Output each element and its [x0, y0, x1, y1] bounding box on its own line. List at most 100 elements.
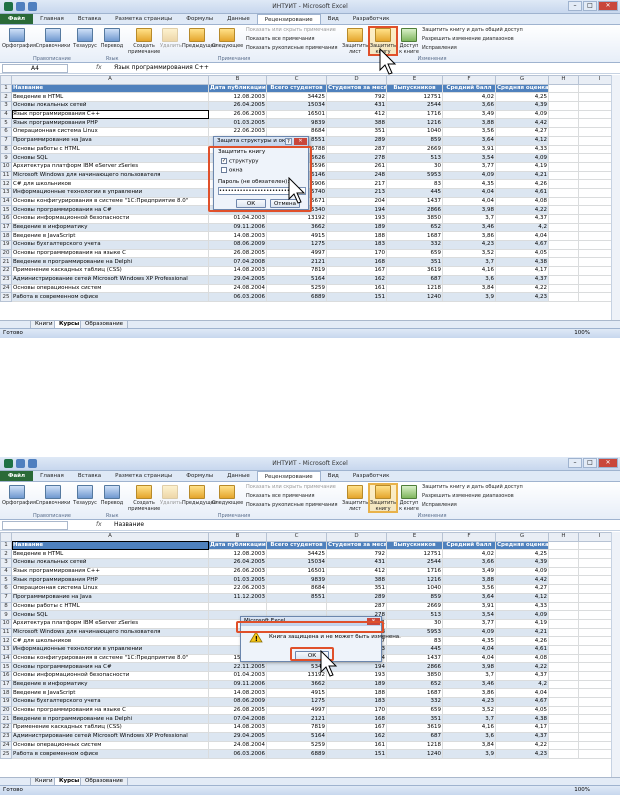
row-number[interactable]: 9: [0, 153, 12, 163]
table-cell[interactable]: 4,42: [495, 118, 549, 129]
table-cell[interactable]: 34425: [266, 92, 327, 103]
tab-formulas[interactable]: Формулы: [179, 471, 220, 481]
table-cell[interactable]: Основы работы с HTML: [11, 144, 209, 155]
empty-cell[interactable]: [548, 153, 579, 163]
column-header[interactable]: B: [208, 75, 267, 85]
table-cell[interactable]: Язык программирования C++: [11, 566, 209, 577]
table-cell[interactable]: 4,22: [495, 662, 549, 672]
empty-cell[interactable]: [548, 618, 579, 629]
row-number[interactable]: 4: [0, 109, 12, 120]
row-number[interactable]: 16: [0, 671, 12, 681]
table-cell[interactable]: 16501: [266, 109, 327, 120]
table-cell[interactable]: Применение каскадных таблиц (CSS): [11, 723, 209, 733]
table-cell[interactable]: 22.06.2003: [208, 584, 267, 594]
empty-cell[interactable]: [548, 274, 579, 285]
table-cell[interactable]: 01.03.2005: [208, 575, 267, 586]
table-cell[interactable]: 151: [326, 749, 387, 759]
column-header[interactable]: E: [386, 75, 443, 85]
row-number[interactable]: 7: [0, 135, 12, 146]
table-cell[interactable]: Microsoft Windows для начинающего пользо…: [11, 170, 209, 181]
table-cell[interactable]: 4,02: [442, 92, 496, 103]
table-cell[interactable]: 1216: [386, 575, 443, 586]
table-cell[interactable]: 11.12.2003: [208, 592, 267, 603]
table-cell[interactable]: 01.04.2003: [208, 214, 267, 224]
table-cell[interactable]: 4,04: [495, 231, 549, 242]
table-cell[interactable]: Основы информационной безопасности: [11, 671, 209, 681]
table-cell[interactable]: 09.11.2006: [208, 222, 267, 233]
empty-cell[interactable]: [548, 644, 579, 655]
table-cell[interactable]: 189: [326, 679, 387, 690]
tab-page-layout[interactable]: Разметка страницы: [108, 14, 179, 24]
table-cell[interactable]: 4,04: [495, 688, 549, 699]
table-cell[interactable]: 24.08.2004: [208, 740, 267, 751]
table-cell[interactable]: 22.11.2005: [208, 662, 267, 672]
table-cell[interactable]: 4997: [266, 248, 327, 259]
table-cell[interactable]: 4,04: [442, 653, 496, 664]
table-cell[interactable]: Основы SQL: [11, 153, 209, 163]
empty-cell[interactable]: [548, 671, 579, 681]
delete-comment-button[interactable]: Удалить: [160, 28, 182, 50]
empty-cell[interactable]: [548, 240, 579, 250]
maximize-button[interactable]: □: [583, 458, 597, 468]
table-cell[interactable]: 16501: [266, 566, 327, 577]
table-cell[interactable]: Операционная система Linux: [11, 127, 209, 137]
column-header[interactable]: D: [326, 532, 387, 542]
table-cell[interactable]: 4915: [266, 231, 327, 242]
table-cell[interactable]: 1687: [386, 688, 443, 699]
table-cell[interactable]: 170: [326, 705, 387, 716]
column-header[interactable]: D: [326, 75, 387, 85]
row-number[interactable]: 13: [0, 644, 12, 655]
table-cell[interactable]: 652: [386, 679, 443, 690]
table-cell[interactable]: 2669: [386, 144, 443, 155]
allow-edit-ranges[interactable]: Разрешить изменение диапазонов: [422, 493, 514, 499]
row-number[interactable]: 24: [0, 283, 12, 294]
translate-button[interactable]: Перевод: [100, 485, 124, 507]
table-cell[interactable]: 3,49: [442, 109, 496, 120]
table-cell[interactable]: 3,46: [442, 222, 496, 233]
row-number[interactable]: 3: [0, 558, 12, 568]
table-cell[interactable]: 659: [386, 705, 443, 716]
table-cell[interactable]: 3,66: [442, 101, 496, 111]
track-changes[interactable]: Исправления: [422, 45, 457, 51]
table-cell[interactable]: 4,35: [442, 179, 496, 189]
table-cell[interactable]: 8684: [266, 127, 327, 137]
empty-cell[interactable]: [548, 592, 579, 603]
table-cell[interactable]: 351: [386, 257, 443, 268]
row-number[interactable]: 1: [0, 540, 12, 551]
table-cell[interactable]: 83: [386, 179, 443, 189]
table-cell[interactable]: 14.08.2003: [208, 688, 267, 699]
new-comment-button[interactable]: Создать примечание: [128, 485, 160, 512]
table-cell[interactable]: 4,27: [495, 127, 549, 137]
table-cell[interactable]: 3,84: [442, 740, 496, 751]
table-cell[interactable]: 4,61: [495, 187, 549, 198]
table-cell[interactable]: 2669: [386, 601, 443, 612]
formula-input[interactable]: Название: [114, 521, 144, 529]
table-cell[interactable]: 3,77: [442, 161, 496, 172]
table-cell[interactable]: [208, 601, 267, 612]
empty-cell[interactable]: [548, 283, 579, 294]
table-cell[interactable]: 4,37: [495, 671, 549, 681]
table-cell[interactable]: 3662: [266, 679, 327, 690]
empty-cell[interactable]: [548, 222, 579, 233]
table-cell[interactable]: Введение в HTML: [11, 549, 209, 560]
table-cell[interactable]: 4915: [266, 688, 327, 699]
table-cell[interactable]: 26.04.2005: [208, 558, 267, 568]
delete-comment-button[interactable]: Удалить: [160, 485, 182, 507]
table-cell[interactable]: 3,54: [442, 153, 496, 163]
table-cell[interactable]: 12751: [386, 549, 443, 560]
row-number[interactable]: 22: [0, 266, 12, 276]
row-number[interactable]: 21: [0, 257, 12, 268]
table-cell[interactable]: 4,38: [495, 257, 549, 268]
table-cell[interactable]: 4,23: [442, 697, 496, 707]
table-cell[interactable]: 4,26: [495, 636, 549, 646]
table-cell[interactable]: 4,27: [495, 584, 549, 594]
table-cell[interactable]: 2121: [266, 257, 327, 268]
table-cell[interactable]: Основы конфигурирования в системе "1С:Пр…: [11, 653, 209, 664]
table-cell[interactable]: Основы локальных сетей: [11, 101, 209, 111]
table-cell[interactable]: 261: [326, 161, 387, 172]
tab-view[interactable]: Вид: [321, 14, 346, 24]
table-cell[interactable]: 1240: [386, 292, 443, 302]
tab-developer[interactable]: Разработчик: [346, 471, 397, 481]
tab-file[interactable]: Файл: [0, 14, 34, 24]
table-cell[interactable]: 5259: [266, 283, 327, 294]
